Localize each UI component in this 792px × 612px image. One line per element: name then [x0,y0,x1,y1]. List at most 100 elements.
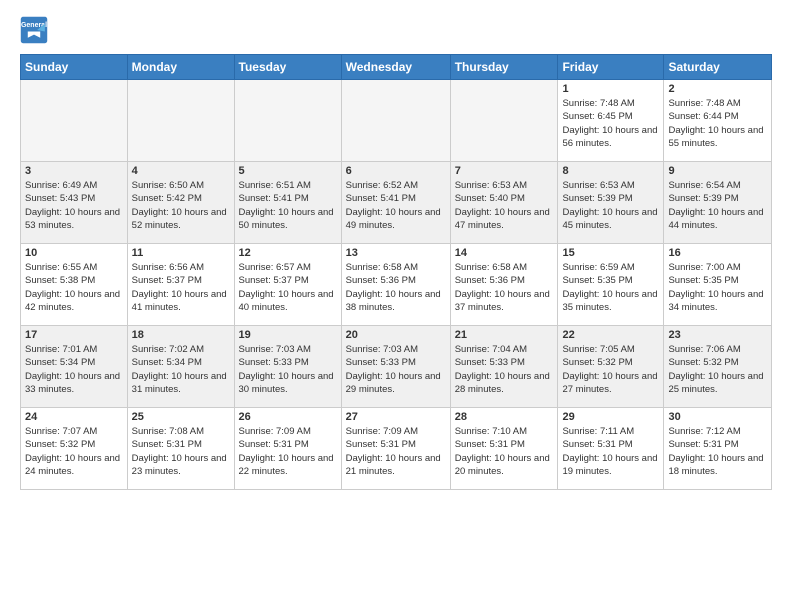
day-info: Sunrise: 6:58 AMSunset: 5:36 PMDaylight:… [455,261,554,314]
day-number: 12 [239,247,337,259]
day-info: Sunrise: 7:11 AMSunset: 5:31 PMDaylight:… [562,425,659,478]
calendar-cell: 6 Sunrise: 6:52 AMSunset: 5:41 PMDaylight… [341,162,450,244]
day-number: 20 [346,329,446,341]
day-info: Sunrise: 7:05 AMSunset: 5:32 PMDaylight:… [562,343,659,396]
day-info: Sunrise: 7:03 AMSunset: 5:33 PMDaylight:… [346,343,446,396]
day-number: 19 [239,329,337,341]
day-number: 6 [346,165,446,177]
day-number: 21 [455,329,554,341]
day-info: Sunrise: 7:48 AMSunset: 6:44 PMDaylight:… [668,97,767,150]
calendar-cell: 14Sunrise: 6:58 AMSunset: 5:36 PMDayligh… [450,244,558,326]
week-row-3: 10 Sunrise: 6:55 AMSunset: 5:38 PMDayligh… [21,244,772,326]
calendar-cell: 28 Sunrise: 7:10 AMSunset: 5:31 PMDayligh… [450,408,558,490]
day-number: 10 [25,247,123,259]
calendar-cell: 25Sunrise: 7:08 AMSunset: 5:31 PMDayligh… [127,408,234,490]
day-info: Sunrise: 7:10 AMSunset: 5:31 PMDaylight:… [455,425,554,478]
day-info: Sunrise: 7:02 AMSunset: 5:34 PMDaylight:… [132,343,230,396]
day-info: Sunrise: 6:55 AMSunset: 5:38 PMDaylight:… [25,261,123,314]
calendar-cell: 23 Sunrise: 7:06 AMSunset: 5:32 PMDayligh… [664,326,772,408]
day-number: 23 [668,329,767,341]
header: General [20,16,772,44]
day-info: Sunrise: 6:49 AMSunset: 5:43 PMDaylight:… [25,179,123,232]
day-number: 5 [239,165,337,177]
calendar-cell: 21 Sunrise: 7:04 AMSunset: 5:33 PMDayligh… [450,326,558,408]
weekday-header-monday: Monday [127,55,234,80]
week-row-5: 24 Sunrise: 7:07 AMSunset: 5:32 PMDayligh… [21,408,772,490]
calendar-cell: 1 Sunrise: 7:48 AMSunset: 6:45 PMDaylight… [558,80,664,162]
week-row-4: 17 Sunrise: 7:01 AMSunset: 5:34 PMDayligh… [21,326,772,408]
weekday-header-tuesday: Tuesday [234,55,341,80]
calendar-cell: 16 Sunrise: 7:00 AMSunset: 5:35 PMDayligh… [664,244,772,326]
calendar-cell: 18Sunrise: 7:02 AMSunset: 5:34 PMDayligh… [127,326,234,408]
calendar-cell: 5 Sunrise: 6:51 AMSunset: 5:41 PMDaylight… [234,162,341,244]
calendar-cell: 27 Sunrise: 7:09 AMSunset: 5:31 PMDayligh… [341,408,450,490]
day-info: Sunrise: 6:57 AMSunset: 5:37 PMDaylight:… [239,261,337,314]
day-number: 1 [562,83,659,95]
day-info: Sunrise: 7:12 AMSunset: 5:31 PMDaylight:… [668,425,767,478]
weekday-header-row: SundayMondayTuesdayWednesdayThursdayFrid… [21,55,772,80]
day-info: Sunrise: 7:03 AMSunset: 5:33 PMDaylight:… [239,343,337,396]
day-number: 27 [346,411,446,423]
day-number: 2 [668,83,767,95]
day-number: 4 [132,165,230,177]
calendar-cell [234,80,341,162]
day-info: Sunrise: 7:48 AMSunset: 6:45 PMDaylight:… [562,97,659,150]
logo: General [20,16,52,44]
calendar-cell: 29 Sunrise: 7:11 AMSunset: 5:31 PMDayligh… [558,408,664,490]
day-info: Sunrise: 7:04 AMSunset: 5:33 PMDaylight:… [455,343,554,396]
weekday-header-wednesday: Wednesday [341,55,450,80]
calendar-cell: 24 Sunrise: 7:07 AMSunset: 5:32 PMDayligh… [21,408,128,490]
calendar-cell: 9 Sunrise: 6:54 AMSunset: 5:39 PMDaylight… [664,162,772,244]
day-number: 13 [346,247,446,259]
calendar-cell: 20 Sunrise: 7:03 AMSunset: 5:33 PMDayligh… [341,326,450,408]
day-number: 29 [562,411,659,423]
day-info: Sunrise: 7:06 AMSunset: 5:32 PMDaylight:… [668,343,767,396]
day-number: 9 [668,165,767,177]
day-number: 26 [239,411,337,423]
day-info: Sunrise: 6:59 AMSunset: 5:35 PMDaylight:… [562,261,659,314]
day-info: Sunrise: 6:58 AMSunset: 5:36 PMDaylight:… [346,261,446,314]
day-number: 11 [132,247,230,259]
calendar-cell: 12 Sunrise: 6:57 AMSunset: 5:37 PMDayligh… [234,244,341,326]
day-info: Sunrise: 6:52 AMSunset: 5:41 PMDaylight:… [346,179,446,232]
week-row-1: 1 Sunrise: 7:48 AMSunset: 6:45 PMDaylight… [21,80,772,162]
calendar-cell: 11 Sunrise: 6:56 AMSunset: 5:37 PMDayligh… [127,244,234,326]
calendar-cell: 22 Sunrise: 7:05 AMSunset: 5:32 PMDayligh… [558,326,664,408]
calendar-cell: 3 Sunrise: 6:49 AMSunset: 5:43 PMDaylight… [21,162,128,244]
day-info: Sunrise: 6:56 AMSunset: 5:37 PMDaylight:… [132,261,230,314]
calendar-cell: 7Sunrise: 6:53 AMSunset: 5:40 PMDaylight… [450,162,558,244]
day-number: 30 [668,411,767,423]
day-number: 16 [668,247,767,259]
calendar-cell: 10 Sunrise: 6:55 AMSunset: 5:38 PMDayligh… [21,244,128,326]
day-info: Sunrise: 6:51 AMSunset: 5:41 PMDaylight:… [239,179,337,232]
day-info: Sunrise: 7:01 AMSunset: 5:34 PMDaylight:… [25,343,123,396]
calendar-cell: 30 Sunrise: 7:12 AMSunset: 5:31 PMDayligh… [664,408,772,490]
day-number: 22 [562,329,659,341]
day-number: 24 [25,411,123,423]
calendar-cell: 8 Sunrise: 6:53 AMSunset: 5:39 PMDaylight… [558,162,664,244]
calendar-cell: 4 Sunrise: 6:50 AMSunset: 5:42 PMDaylight… [127,162,234,244]
day-number: 17 [25,329,123,341]
day-info: Sunrise: 7:09 AMSunset: 5:31 PMDaylight:… [346,425,446,478]
day-number: 3 [25,165,123,177]
day-info: Sunrise: 6:53 AMSunset: 5:39 PMDaylight:… [562,179,659,232]
calendar-table: SundayMondayTuesdayWednesdayThursdayFrid… [20,54,772,490]
week-row-2: 3 Sunrise: 6:49 AMSunset: 5:43 PMDaylight… [21,162,772,244]
day-number: 15 [562,247,659,259]
calendar-cell [127,80,234,162]
day-info: Sunrise: 6:50 AMSunset: 5:42 PMDaylight:… [132,179,230,232]
calendar-cell: 2 Sunrise: 7:48 AMSunset: 6:44 PMDaylight… [664,80,772,162]
day-info: Sunrise: 6:54 AMSunset: 5:39 PMDaylight:… [668,179,767,232]
weekday-header-thursday: Thursday [450,55,558,80]
day-number: 28 [455,411,554,423]
calendar-cell: 26Sunrise: 7:09 AMSunset: 5:31 PMDayligh… [234,408,341,490]
day-info: Sunrise: 7:00 AMSunset: 5:35 PMDaylight:… [668,261,767,314]
day-info: Sunrise: 7:07 AMSunset: 5:32 PMDaylight:… [25,425,123,478]
day-number: 8 [562,165,659,177]
calendar-cell: 17 Sunrise: 7:01 AMSunset: 5:34 PMDayligh… [21,326,128,408]
weekday-header-sunday: Sunday [21,55,128,80]
day-number: 25 [132,411,230,423]
logo-icon: General [20,16,48,44]
calendar-cell [21,80,128,162]
weekday-header-saturday: Saturday [664,55,772,80]
